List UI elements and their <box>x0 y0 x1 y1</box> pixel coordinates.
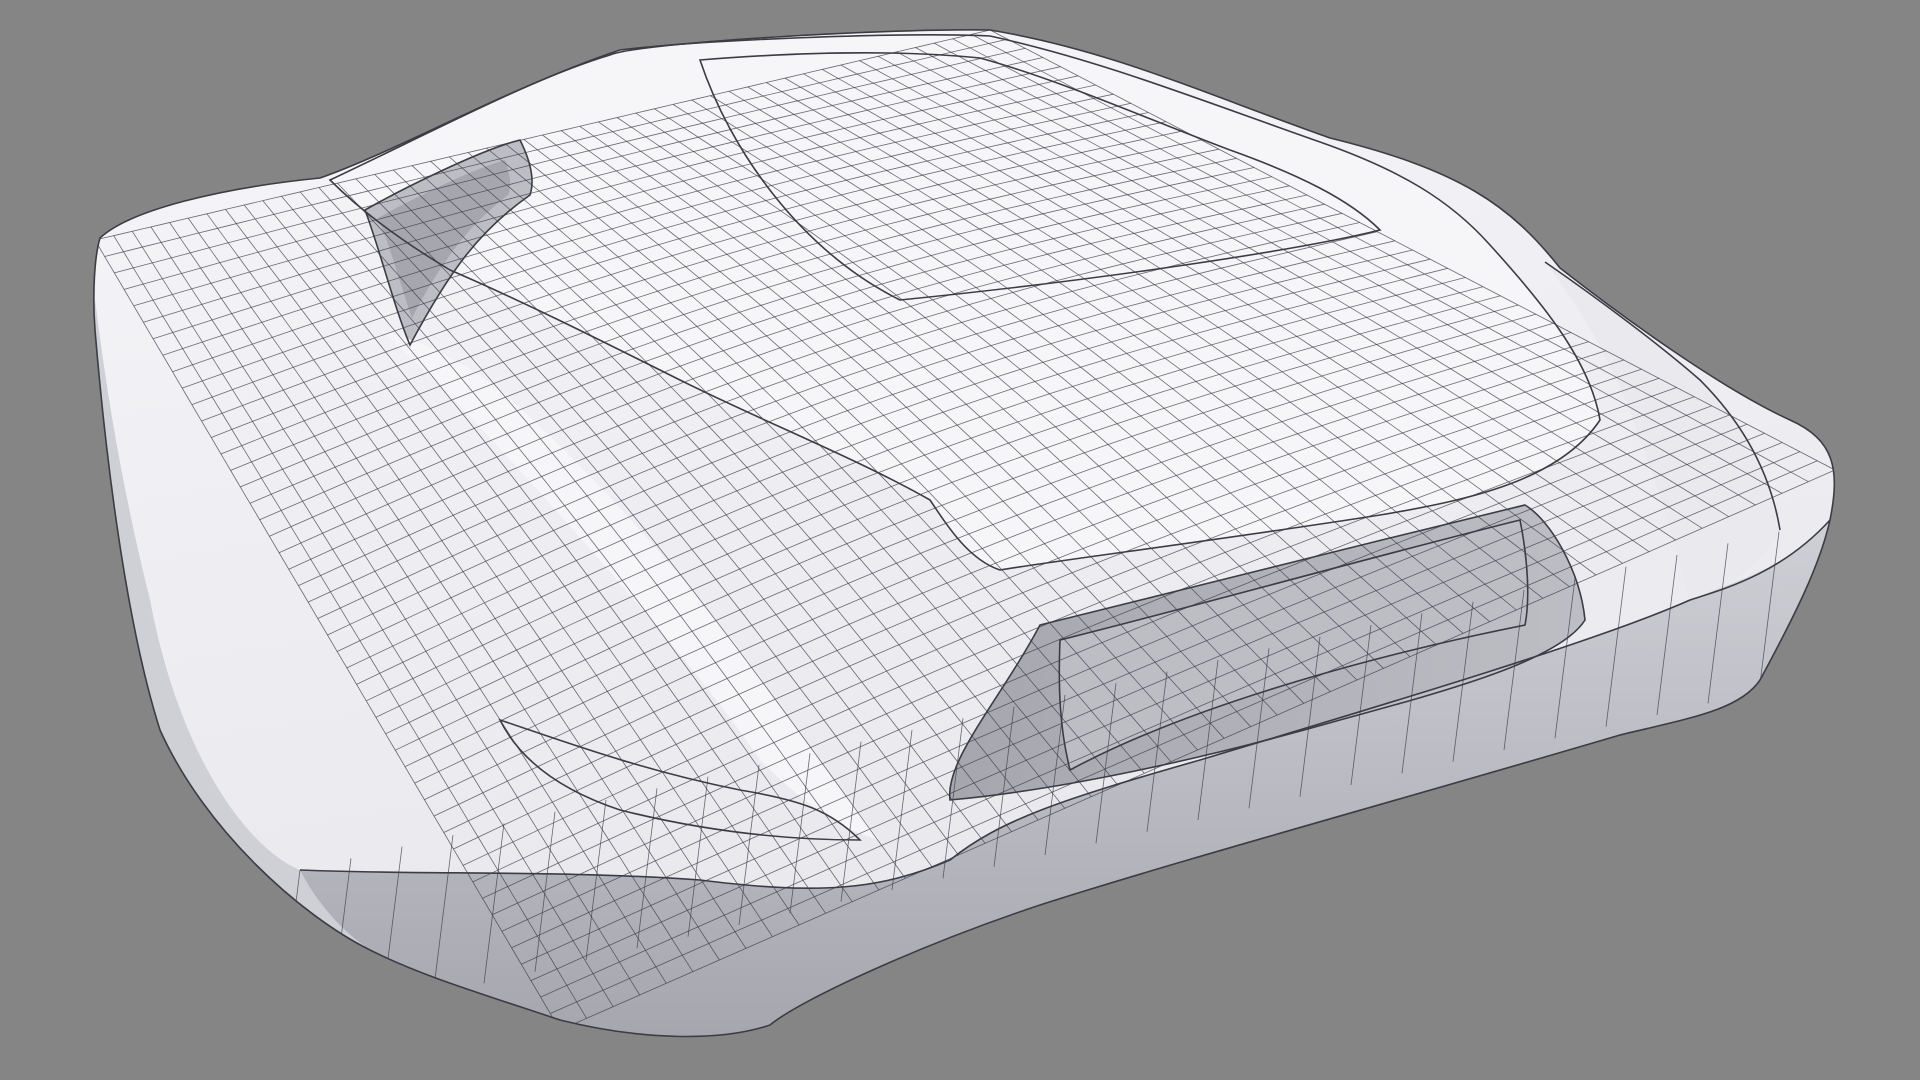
model-render[interactable] <box>0 0 1920 1080</box>
3d-viewport[interactable] <box>0 0 1920 1080</box>
